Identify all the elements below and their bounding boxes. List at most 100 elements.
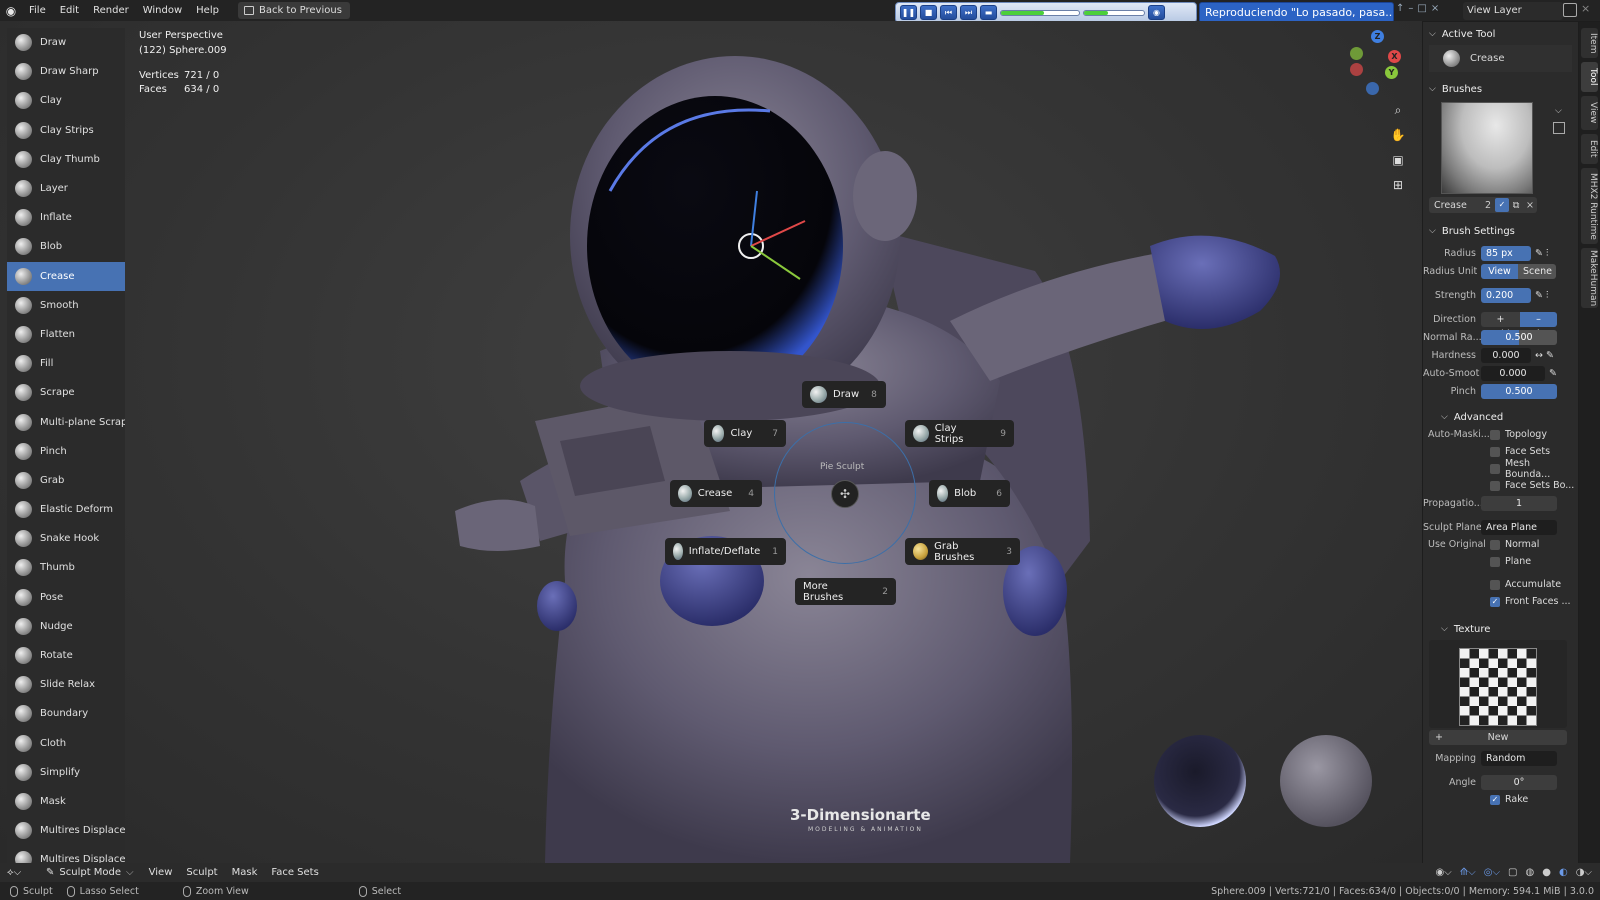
- tool-fill[interactable]: Fill: [7, 349, 125, 378]
- volume-slider[interactable]: [1083, 9, 1145, 16]
- original-normal-checkbox[interactable]: [1490, 539, 1500, 550]
- blender-logo-icon[interactable]: ◉: [0, 0, 22, 21]
- tab-item[interactable]: Item: [1581, 28, 1598, 58]
- tool-pinch[interactable]: Pinch: [7, 437, 125, 466]
- active-tool-row[interactable]: Crease: [1429, 45, 1572, 72]
- topology-checkbox[interactable]: [1490, 429, 1500, 440]
- tool-multires-displace[interactable]: Multires Displace...: [7, 816, 125, 845]
- tool-clay-strips[interactable]: Clay Strips: [7, 116, 125, 145]
- unlink-close-icon[interactable]: ×: [1523, 200, 1537, 211]
- tool-mask[interactable]: Mask: [7, 787, 125, 816]
- media-maximize-icon[interactable]: □: [1417, 3, 1426, 14]
- view-layer-icon[interactable]: [1563, 3, 1577, 17]
- tool-nudge[interactable]: Nudge: [7, 612, 125, 641]
- radius-unit-view-toggle[interactable]: View: [1481, 263, 1518, 279]
- open-icon[interactable]: ▬: [980, 5, 997, 20]
- mode-selector[interactable]: ✎ Sculpt Mode ⌵: [38, 867, 142, 878]
- pressure-pen-icon[interactable]: ✎: [1535, 248, 1543, 259]
- gizmo-z-axis[interactable]: Z: [1371, 30, 1384, 43]
- tool-simplify[interactable]: Simplify: [7, 758, 125, 787]
- chevron-down-icon[interactable]: ⌵: [1555, 106, 1562, 116]
- brush-datablock[interactable]: Crease 2 ✓ ⧉ ×: [1429, 197, 1537, 213]
- media-minimize-icon[interactable]: –: [1408, 3, 1413, 14]
- pinch-slider[interactable]: 0.500: [1481, 383, 1557, 399]
- tool-clay-thumb[interactable]: Clay Thumb: [7, 145, 125, 174]
- overlay-toggle-icon[interactable]: ◎⌵: [1484, 867, 1500, 878]
- pressure-pen-icon[interactable]: ✎: [1546, 350, 1554, 361]
- brush-settings-section-header[interactable]: ⌵ Brush Settings: [1423, 222, 1578, 240]
- tool-blob[interactable]: Blob: [7, 232, 125, 261]
- brushes-section-header[interactable]: ⌵ Brushes: [1423, 80, 1578, 98]
- camera-icon[interactable]: ▣: [1387, 149, 1409, 171]
- media-up-icon[interactable]: ↑: [1396, 3, 1404, 14]
- mapping-dropdown[interactable]: Random: [1481, 750, 1557, 766]
- menu-window[interactable]: Window: [136, 0, 189, 21]
- invert-arrows-icon[interactable]: ↔: [1535, 350, 1543, 361]
- front-faces-checkbox[interactable]: ✓: [1490, 596, 1500, 607]
- tool-snake-hook[interactable]: Snake Hook: [7, 524, 125, 553]
- next-icon[interactable]: ⏭: [960, 5, 977, 20]
- tab-view[interactable]: View: [1581, 96, 1598, 130]
- tab-makehuman[interactable]: MakeHuman: [1581, 248, 1598, 308]
- pie-item-inflate-deflate[interactable]: Inflate/Deflate 1: [665, 538, 786, 565]
- media-now-playing[interactable]: Reproduciendo "Lo pasado, pasa...: [1199, 2, 1394, 23]
- pie-item-blob[interactable]: Blob 6: [929, 480, 1010, 507]
- radius-field[interactable]: 85 px: [1481, 245, 1531, 261]
- tool-layer[interactable]: Layer: [7, 174, 125, 203]
- menu-view[interactable]: View: [142, 867, 180, 878]
- tab-tool[interactable]: Tool: [1581, 62, 1598, 92]
- tool-scrape[interactable]: Scrape: [7, 378, 125, 407]
- tool-draw-sharp[interactable]: Draw Sharp: [7, 57, 125, 86]
- original-plane-row[interactable]: Plane: [1423, 553, 1578, 570]
- material-shading-icon[interactable]: ◐: [1559, 867, 1568, 878]
- tab-edit[interactable]: Edit: [1581, 134, 1598, 164]
- menu-face-sets[interactable]: Face Sets: [264, 867, 325, 878]
- gizmo-neg-x-axis[interactable]: [1350, 63, 1363, 76]
- brush-users-count[interactable]: 2: [1481, 200, 1495, 211]
- pressure-pen-icon[interactable]: ✎: [1549, 368, 1557, 379]
- face-sets-boundary-checkbox[interactable]: [1490, 480, 1500, 491]
- media-close-icon[interactable]: ×: [1431, 3, 1439, 14]
- previous-icon[interactable]: ⏮: [940, 5, 957, 20]
- tool-boundary[interactable]: Boundary: [7, 699, 125, 728]
- pie-item-clay-strips[interactable]: Clay Strips 9: [905, 420, 1014, 447]
- texture-section-header[interactable]: ⌵ Texture: [1423, 620, 1578, 638]
- tool-draw[interactable]: Draw: [7, 28, 125, 57]
- texture-new-button[interactable]: + New: [1429, 730, 1567, 745]
- menu-render[interactable]: Render: [86, 0, 136, 21]
- tool-pose[interactable]: Pose: [7, 583, 125, 612]
- tool-clay[interactable]: Clay: [7, 86, 125, 115]
- tool-multi-plane-scrape[interactable]: Multi-plane Scrape: [7, 407, 125, 436]
- tool-elastic-deform[interactable]: Elastic Deform: [7, 495, 125, 524]
- mesh-boundary-checkbox-row[interactable]: Mesh Bounda...: [1423, 458, 1578, 480]
- tool-cloth[interactable]: Cloth: [7, 729, 125, 758]
- pause-icon[interactable]: ❚❚: [900, 5, 917, 20]
- pie-item-grab-brushes[interactable]: Grab Brushes 3: [905, 538, 1020, 565]
- radius-unit-scene-toggle[interactable]: Scene: [1518, 263, 1556, 279]
- tab-mhx2-runtime[interactable]: MHX2 Runtime: [1581, 168, 1598, 244]
- gizmo-neg-y-axis[interactable]: [1350, 47, 1363, 60]
- grid-view-icon[interactable]: ⊞: [1387, 174, 1409, 196]
- view-layer-field[interactable]: View Layer: [1463, 2, 1563, 20]
- gizmo-y-axis[interactable]: Y: [1385, 66, 1398, 79]
- accumulate-checkbox[interactable]: [1490, 579, 1500, 590]
- pie-item-clay[interactable]: Clay 7: [704, 420, 786, 447]
- face-sets-boundary-checkbox-row[interactable]: Face Sets Bo...: [1423, 477, 1578, 494]
- front-faces-row[interactable]: ✓ Front Faces ...: [1423, 593, 1578, 610]
- visualizer-icon[interactable]: ◉: [1148, 5, 1165, 20]
- direction-add-toggle[interactable]: + Add: [1481, 311, 1520, 340]
- stop-icon[interactable]: ■: [920, 5, 937, 20]
- menu-file[interactable]: File: [22, 0, 53, 21]
- menu-edit[interactable]: Edit: [53, 0, 86, 21]
- mesh-boundary-checkbox[interactable]: [1490, 463, 1500, 474]
- strength-field[interactable]: 0.200: [1481, 287, 1531, 303]
- topology-checkbox-row[interactable]: Auto-Maski... Topology: [1423, 426, 1578, 443]
- menu-help[interactable]: Help: [189, 0, 226, 21]
- pie-center-icon[interactable]: ✣: [831, 480, 859, 508]
- rake-checkbox[interactable]: ✓: [1490, 794, 1500, 805]
- solid-shading-icon[interactable]: ●: [1542, 867, 1551, 878]
- hardness-field[interactable]: 0.000: [1481, 347, 1531, 363]
- seek-slider[interactable]: [1000, 9, 1080, 16]
- tool-thumb[interactable]: Thumb: [7, 553, 125, 582]
- pie-item-draw[interactable]: Draw 8: [802, 381, 886, 408]
